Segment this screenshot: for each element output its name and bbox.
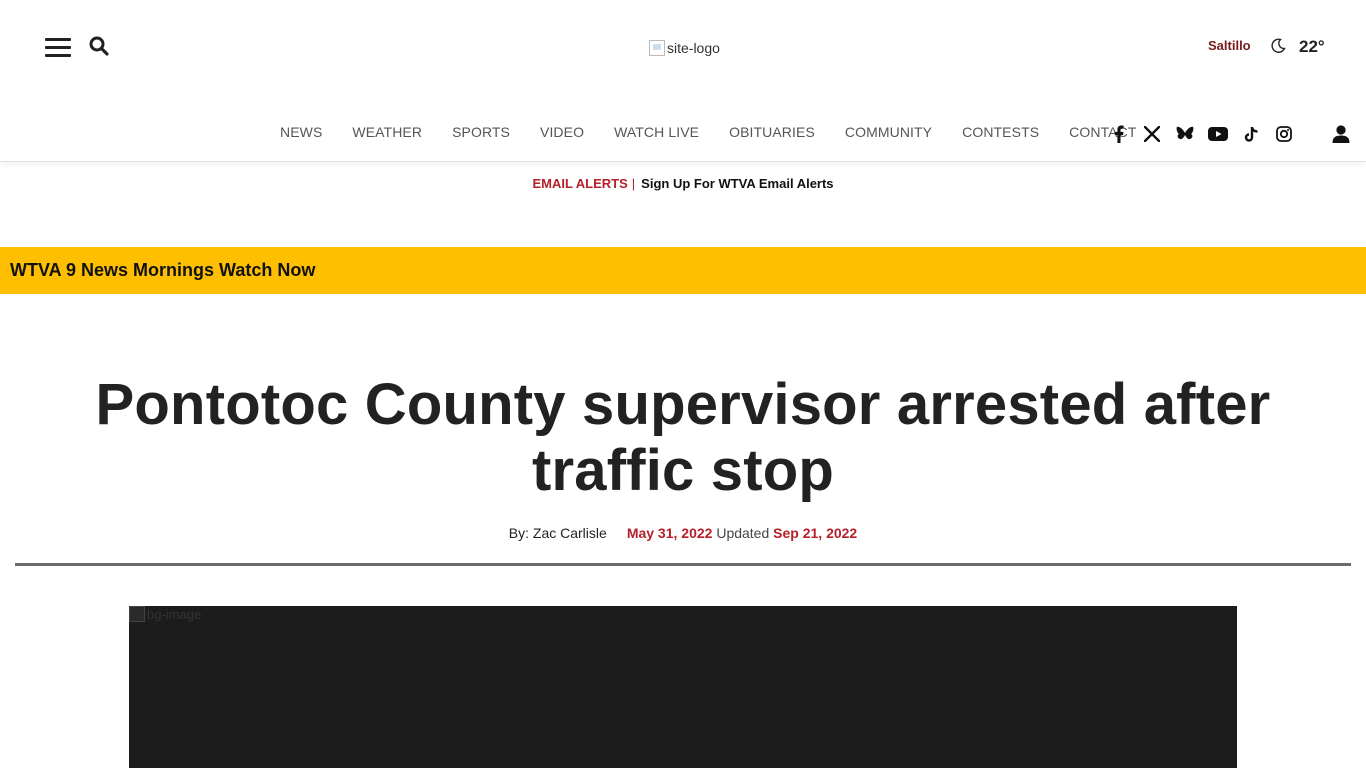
site-logo[interactable]: site-logo [649,38,720,58]
published-date: May 31, 2022 [626,525,713,541]
divider [15,563,1351,566]
article-image-alt: bg-image [147,606,202,622]
weather-city[interactable]: Saltillo [1208,38,1251,53]
updated-label: Updated [716,525,770,541]
nav-item-obituaries[interactable]: OBITUARIES [714,124,830,140]
article-media[interactable]: bg-image [129,606,1237,768]
nav-item-watch-live[interactable]: WATCH LIVE [599,124,714,140]
email-alerts-bar: EMAIL ALERTS | Sign Up For WTVA Email Aler… [0,176,1366,191]
main-nav: NEWS WEATHER SPORTS VIDEO WATCH LIVE OBI… [0,110,1366,162]
site-header: site-logo Saltillo 22° [0,0,1366,100]
nav-item-community[interactable]: COMMUNITY [830,124,947,140]
broken-image-icon [129,606,145,622]
live-banner: WTVA 9 News Mornings Watch Now [0,247,1366,294]
live-banner-link[interactable]: WTVA 9 News Mornings Watch Now [10,260,315,281]
youtube-icon[interactable] [1207,124,1229,144]
tiktok-icon[interactable] [1240,124,1262,144]
article-title: Pontotoc County supervisor arrested afte… [95,372,1271,503]
article-byline: By: Zac Carlisle May 31, 2022 Updated Sep… [0,525,1366,541]
alerts-separator: | [631,176,636,191]
user-account-icon[interactable] [1331,124,1353,144]
updated-date: Sep 21, 2022 [773,525,858,541]
nav-item-weather[interactable]: WEATHER [337,124,437,140]
nav-item-contests[interactable]: CONTESTS [947,124,1054,140]
nav-item-news[interactable]: NEWS [265,124,337,140]
nav-item-sports[interactable]: SPORTS [437,124,525,140]
weather-temperature[interactable]: 22° [1299,37,1325,57]
search-icon[interactable] [89,36,111,58]
bluesky-icon[interactable] [1174,124,1196,144]
nav-item-video[interactable]: VIDEO [525,124,599,140]
moon-icon [1270,38,1286,54]
facebook-icon[interactable] [1108,124,1130,144]
email-alerts-label[interactable]: EMAIL ALERTS [532,176,627,191]
instagram-icon[interactable] [1273,124,1295,144]
x-icon[interactable] [1141,124,1163,144]
site-logo-alt: site-logo [667,40,720,56]
menu-icon[interactable] [45,38,71,58]
email-alerts-signup-link[interactable]: Sign Up For WTVA Email Alerts [641,176,833,191]
author[interactable]: By: Zac Carlisle [509,525,607,541]
broken-image-icon [649,40,665,56]
article-image: bg-image [129,606,201,622]
nav-links: NEWS WEATHER SPORTS VIDEO WATCH LIVE OBI… [265,124,1151,140]
social-links [1108,124,1306,144]
